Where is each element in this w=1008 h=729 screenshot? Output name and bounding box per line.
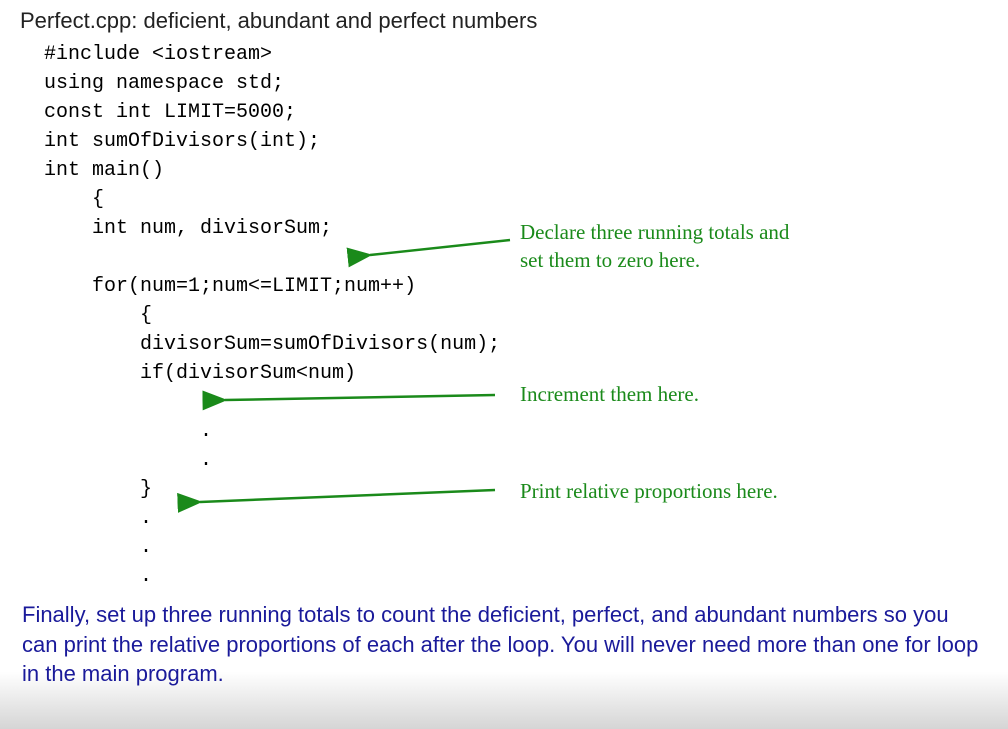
code-block: #include <iostream> using namespace std;… bbox=[20, 40, 988, 678]
code-line: . bbox=[20, 507, 152, 530]
annotation-print: Print relative proportions here. bbox=[520, 477, 778, 505]
code-line: . bbox=[20, 449, 212, 472]
code-line: const int LIMIT=5000; bbox=[20, 101, 296, 124]
annotation-increment: Increment them here. bbox=[520, 380, 699, 408]
code-line: . bbox=[20, 391, 212, 414]
code-line: using namespace std; bbox=[20, 72, 284, 95]
code-line: int num, divisorSum; bbox=[20, 217, 332, 240]
code-line: if(divisorSum<num) bbox=[20, 362, 356, 385]
slide-title: Perfect.cpp: deficient, abundant and per… bbox=[20, 8, 988, 34]
code-line: #include <iostream> bbox=[20, 43, 272, 66]
code-line: } bbox=[20, 478, 152, 501]
code-line: { bbox=[20, 188, 104, 211]
code-line: . bbox=[20, 565, 152, 588]
code-line: { bbox=[20, 304, 152, 327]
code-line: . bbox=[20, 420, 212, 443]
code-line: int sumOfDivisors(int); bbox=[20, 130, 320, 153]
annotation-declare: Declare three running totals and set the… bbox=[520, 218, 789, 275]
code-line: divisorSum=sumOfDivisors(num); bbox=[20, 333, 500, 356]
code-line: for(num=1;num<=LIMIT;num++) bbox=[20, 275, 416, 298]
footer-instructions: Finally, set up three running totals to … bbox=[0, 586, 1008, 729]
code-line: . bbox=[20, 536, 152, 559]
code-line: int main() bbox=[20, 159, 164, 182]
